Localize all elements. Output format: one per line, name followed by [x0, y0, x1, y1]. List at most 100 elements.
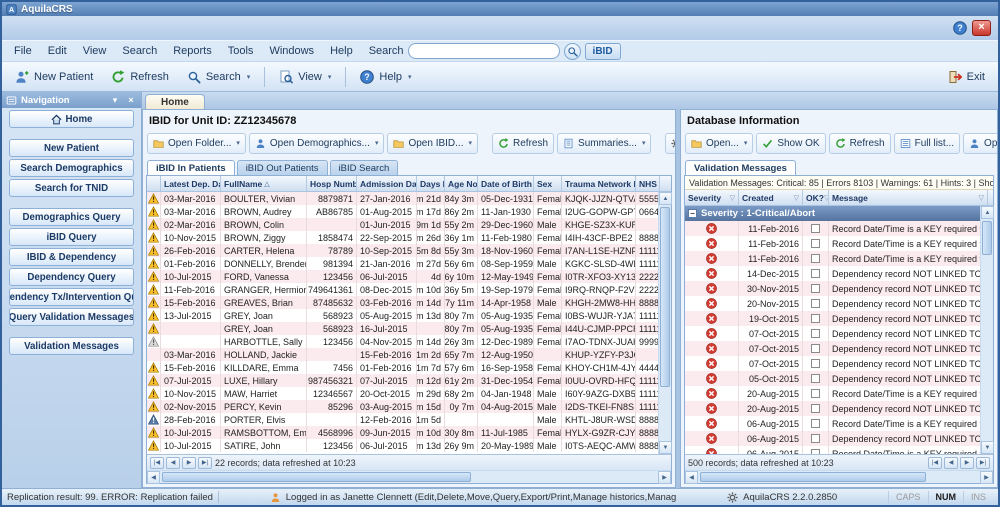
- ok-checkbox[interactable]: [811, 389, 820, 398]
- sidebar-item-demographics-query[interactable]: Demographics Query: [9, 208, 134, 226]
- filter-icon[interactable]: ▽: [730, 194, 735, 202]
- search-input[interactable]: [408, 43, 560, 59]
- pager-first-button[interactable]: |◀: [150, 457, 164, 469]
- ibid-open-ibid[interactable]: Open IBID...▾: [387, 133, 478, 154]
- titlebar[interactable]: A AquilaCRS: [2, 2, 998, 16]
- menu-reports[interactable]: Reports: [165, 43, 220, 59]
- sidebar-item-new-patient[interactable]: New Patient: [9, 139, 134, 157]
- validation-row[interactable]: 06-Aug-2015Record Date/Time is a KEY req…: [685, 446, 980, 454]
- tab-validation-messages[interactable]: Validation Messages: [685, 160, 796, 175]
- validation-row[interactable]: 05-Oct-2015Dependency record NOT LINKED …: [685, 371, 980, 386]
- filter-icon[interactable]: ▽: [979, 194, 984, 202]
- close-button[interactable]: ×: [972, 20, 991, 36]
- scroll-thumb[interactable]: [162, 472, 471, 482]
- validation-row[interactable]: 20-Aug-2015Record Date/Time is a KEY req…: [685, 386, 980, 401]
- validation-grid-vscrollbar[interactable]: ▲ ▼: [980, 206, 993, 454]
- column-header-date-of-birth[interactable]: Date of Birth: [478, 176, 534, 191]
- validation-row[interactable]: 11-Feb-2016Record Date/Time is a KEY req…: [685, 236, 980, 251]
- ok-checkbox[interactable]: [811, 359, 820, 368]
- ok-checkbox[interactable]: [811, 299, 820, 308]
- menu-tools[interactable]: Tools: [220, 43, 262, 59]
- patient-row[interactable]: 03-Mar-2016BROWN, AudreyAB8678501-Aug-20…: [147, 205, 658, 218]
- menu-edit[interactable]: Edit: [40, 43, 75, 59]
- toolbar-refresh[interactable]: Refresh: [103, 66, 177, 88]
- patient-row[interactable]: 13-Jul-2015GREY, Joan56892305-Aug-20157m…: [147, 309, 658, 322]
- column-header-trauma-network-id[interactable]: Trauma Network ID: [562, 176, 636, 191]
- ibid-refresh[interactable]: Refresh: [492, 133, 554, 154]
- tab-ibid-in-patients[interactable]: iBID In Patients: [147, 160, 235, 175]
- toolbar-search[interactable]: Search▾: [179, 66, 258, 88]
- sidebar-item-ibid-query[interactable]: iBID Query: [9, 228, 134, 246]
- ibid-search-button[interactable]: iBID: [585, 43, 621, 60]
- pager-next-button[interactable]: ▶: [960, 457, 974, 469]
- validation-row[interactable]: 06-Aug-2015Record Date/Time is a KEY req…: [685, 416, 980, 431]
- sidebar-item-dependency-query[interactable]: Dependency Query: [9, 268, 134, 286]
- patient-row[interactable]: GREY, Joan56892316-Jul-201580y 7m05-Aug-…: [147, 322, 658, 335]
- column-header-created[interactable]: Created▽: [739, 190, 803, 205]
- patient-row[interactable]: 11-Feb-2016GRANGER, Hermione74964136108-…: [147, 283, 658, 296]
- db-open[interactable]: Open...▾: [685, 133, 753, 154]
- validation-grid-hscrollbar[interactable]: ◀ ▶: [685, 470, 993, 483]
- tab-ibid-search[interactable]: iBID Search: [330, 160, 399, 175]
- patient-row[interactable]: 10-Jul-2015RAMSBOTTOM, Emily456899609-Ju…: [147, 426, 658, 439]
- toolbar-new-patient[interactable]: New Patient: [7, 66, 101, 88]
- column-header-age-now[interactable]: Age Now: [445, 176, 478, 191]
- scroll-thumb[interactable]: [660, 207, 670, 387]
- db-show-ok[interactable]: Show OK: [756, 133, 825, 154]
- patient-row[interactable]: 15-Feb-2016GREAVES, Brian8748563203-Feb-…: [147, 296, 658, 309]
- scroll-left-icon[interactable]: ◀: [685, 471, 698, 484]
- scroll-thumb[interactable]: [700, 472, 926, 482]
- ok-checkbox[interactable]: [811, 269, 820, 278]
- panel-menu-icon[interactable]: ▾: [109, 95, 121, 106]
- scroll-down-icon[interactable]: ▼: [981, 441, 994, 454]
- patient-row[interactable]: 10-Jul-2015FORD, Vanessa12345606-Jul-201…: [147, 270, 658, 283]
- ok-checkbox[interactable]: [811, 344, 820, 353]
- menu-search[interactable]: Search: [114, 43, 165, 59]
- scroll-right-icon[interactable]: ▶: [658, 471, 671, 484]
- pager-first-button[interactable]: |◀: [928, 457, 942, 469]
- sidebar-item-validation-messages[interactable]: Validation Messages: [9, 337, 134, 355]
- column-header-sex[interactable]: Sex: [534, 176, 562, 191]
- pager-next-button[interactable]: ▶: [182, 457, 196, 469]
- sidebar-item-home[interactable]: Home: [9, 110, 134, 128]
- ok-checkbox[interactable]: [811, 254, 820, 263]
- validation-row[interactable]: 07-Oct-2015Dependency record NOT LINKED …: [685, 356, 980, 371]
- scroll-right-icon[interactable]: ▶: [980, 471, 993, 484]
- patient-row[interactable]: 02-Nov-2015PERCY, Kevin8529603-Aug-20157…: [147, 400, 658, 413]
- patient-row[interactable]: 01-Feb-2016DONNELLY, Brenden98139421-Jan…: [147, 257, 658, 270]
- ok-checkbox[interactable]: [811, 284, 820, 293]
- patient-grid-vscrollbar[interactable]: ▲ ▼: [658, 192, 671, 454]
- validation-row[interactable]: 20-Aug-2015Dependency record NOT LINKED …: [685, 401, 980, 416]
- scroll-thumb[interactable]: [982, 221, 992, 255]
- column-header-nhs-numb[interactable]: NHS Numb: [636, 176, 660, 191]
- db-full-list[interactable]: Full list...: [894, 133, 960, 154]
- toolbar-view[interactable]: View▾: [271, 66, 339, 88]
- column-header-hosp-number[interactable]: Hosp Number: [307, 176, 357, 191]
- patient-row[interactable]: 10-Nov-2015MAW, Harriet1234656720-Oct-20…: [147, 387, 658, 400]
- tab-ibid-out-patients[interactable]: iBID Out Patients: [237, 160, 328, 175]
- filter-icon[interactable]: ▽: [794, 194, 799, 202]
- sidebar-item-query-validation-messages[interactable]: Query Validation Messages: [9, 308, 134, 326]
- db-refresh[interactable]: Refresh: [829, 133, 891, 154]
- patient-grid-hscrollbar[interactable]: ◀ ▶: [147, 470, 671, 483]
- help-button[interactable]: ?: [953, 21, 967, 35]
- patient-row[interactable]: 10-Jul-2015SATIRE, John12345606-Jul-2015…: [147, 439, 658, 452]
- sidebar-item-search-for-tnid[interactable]: Search for TNID: [9, 179, 134, 197]
- menu-file[interactable]: File: [6, 43, 40, 59]
- menu-windows[interactable]: Windows: [261, 43, 322, 59]
- menu-view[interactable]: View: [75, 43, 115, 59]
- scroll-up-icon[interactable]: ▲: [659, 192, 672, 205]
- column-header-ok[interactable]: OK?▽: [803, 190, 829, 205]
- validation-row[interactable]: 11-Feb-2016Record Date/Time is a KEY req…: [685, 251, 980, 266]
- sidebar-item-ibid-dependency[interactable]: IBID & Dependency: [9, 248, 134, 266]
- validation-row[interactable]: 07-Oct-2015Dependency record NOT LINKED …: [685, 341, 980, 356]
- column-header-status-icon[interactable]: [147, 176, 161, 191]
- toolbar-help[interactable]: ?Help▾: [352, 66, 419, 88]
- collapse-icon[interactable]: −: [688, 209, 697, 218]
- validation-row[interactable]: 19-Oct-2015Dependency record NOT LINKED …: [685, 311, 980, 326]
- patient-row[interactable]: 02-Mar-2016BROWN, Colin01-Jun-20159m 1d5…: [147, 218, 658, 231]
- scroll-up-icon[interactable]: ▲: [981, 206, 994, 219]
- patient-row[interactable]: 15-Feb-2016KILLDARE, Emma745601-Feb-2016…: [147, 361, 658, 374]
- ok-checkbox[interactable]: [811, 224, 820, 233]
- patient-row[interactable]: HARBOTTLE, Sally12345604-Nov-20154m 14d2…: [147, 335, 658, 348]
